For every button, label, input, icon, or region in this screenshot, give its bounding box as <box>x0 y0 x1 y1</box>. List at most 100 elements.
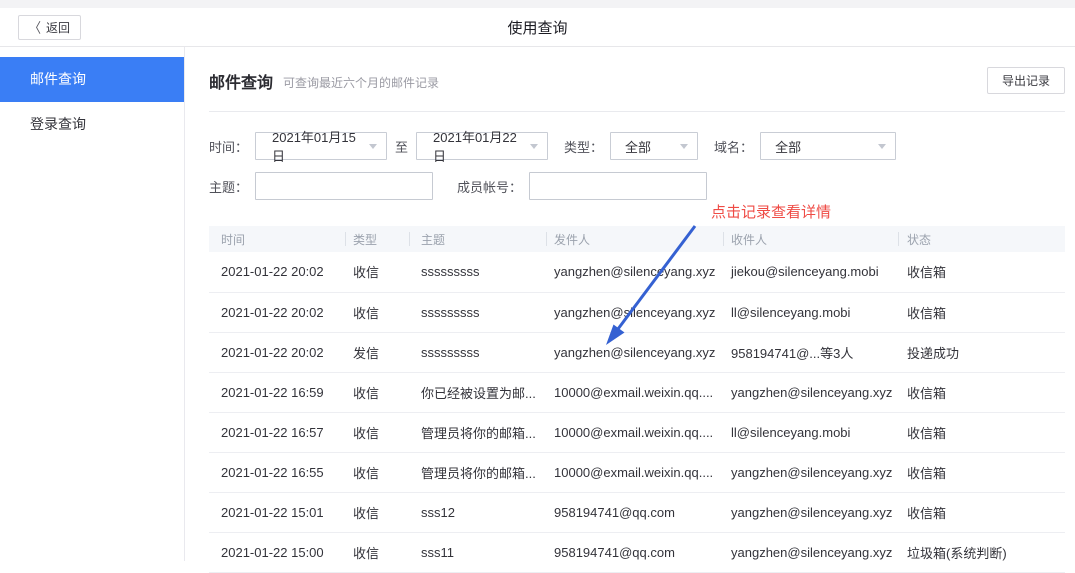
cell-sender: yangzhen@silenceyang.xyz <box>546 332 723 372</box>
back-chevron-icon: 〈 <box>29 17 41 37</box>
sidebar-item-mail-query[interactable]: 邮件查询 <box>0 57 184 102</box>
filter-row-1: 时间： 2021年01月15日 至 2021年01月22日 类型： 全部 域名：… <box>209 132 1065 160</box>
cell-sender: yangzhen@silenceyang.xyz <box>546 252 723 292</box>
cell-time: 2021-01-22 20:02 <box>209 252 345 292</box>
chevron-down-icon <box>530 144 538 149</box>
cell-status: 投递成功 <box>898 332 1065 372</box>
cell-subject: sssssssss <box>409 292 546 332</box>
cell-status: 收信箱 <box>898 492 1065 532</box>
col-header-subject: 主题 <box>409 226 546 252</box>
cell-type: 收信 <box>345 532 409 572</box>
cell-type: 收信 <box>345 252 409 292</box>
cell-status: 收信箱 <box>898 292 1065 332</box>
main-panel: 邮件查询 可查询最近六个月的邮件记录 导出记录 时间： 2021年01月15日 … <box>185 47 1075 561</box>
content-layout: 邮件查询 登录查询 邮件查询 可查询最近六个月的邮件记录 导出记录 时间： 20… <box>0 47 1075 561</box>
cell-subject: sssssssss <box>409 332 546 372</box>
table-row[interactable]: 2021-01-22 16:59收信你已经被设置为邮...10000@exmai… <box>209 372 1065 412</box>
cell-status: 收信箱 <box>898 252 1065 292</box>
cell-status: 收信箱 <box>898 372 1065 412</box>
cell-type: 收信 <box>345 452 409 492</box>
section-title: 邮件查询 <box>209 69 273 93</box>
date-from-select[interactable]: 2021年01月15日 <box>255 132 387 160</box>
domain-select-value: 全部 <box>775 137 801 156</box>
cell-sender: 10000@exmail.weixin.qq.... <box>546 452 723 492</box>
cell-time: 2021-01-22 20:02 <box>209 332 345 372</box>
table-row[interactable]: 2021-01-22 15:00收信sss11958194741@qq.comy… <box>209 532 1065 572</box>
back-button-label: 返回 <box>46 19 70 36</box>
page-top-strip <box>0 0 1075 8</box>
member-account-input[interactable] <box>529 172 707 200</box>
cell-recipient: ll@silenceyang.mobi <box>723 292 898 332</box>
main-header: 邮件查询 可查询最近六个月的邮件记录 导出记录 <box>209 67 1065 94</box>
table-row[interactable]: 2021-01-22 16:57收信管理员将你的邮箱...10000@exmai… <box>209 412 1065 452</box>
cell-time: 2021-01-22 16:57 <box>209 412 345 452</box>
annotation-click-record-hint: 点击记录查看详情 <box>711 201 831 222</box>
subject-input[interactable] <box>255 172 433 200</box>
cell-time: 2021-01-22 20:02 <box>209 292 345 332</box>
page-title: 使用查询 <box>0 17 1075 38</box>
export-records-button[interactable]: 导出记录 <box>987 67 1065 94</box>
cell-recipient: ll@silenceyang.mobi <box>723 412 898 452</box>
chevron-down-icon <box>680 144 688 149</box>
cell-time: 2021-01-22 15:01 <box>209 492 345 532</box>
chevron-down-icon <box>369 144 377 149</box>
cell-status: 收信箱 <box>898 452 1065 492</box>
cell-time: 2021-01-22 15:00 <box>209 532 345 572</box>
table-row[interactable]: 2021-01-22 20:02发信sssssssssyangzhen@sile… <box>209 332 1065 372</box>
cell-sender: 10000@exmail.weixin.qq.... <box>546 372 723 412</box>
cell-subject: sssssssss <box>409 252 546 292</box>
back-button[interactable]: 〈 返回 <box>18 15 81 40</box>
cell-sender: 958194741@qq.com <box>546 492 723 532</box>
cell-type: 收信 <box>345 372 409 412</box>
cell-recipient: yangzhen@silenceyang.xyz <box>723 532 898 572</box>
cell-recipient: yangzhen@silenceyang.xyz <box>723 372 898 412</box>
cell-recipient: jiekou@silenceyang.mobi <box>723 252 898 292</box>
table-header-row: 时间 类型 主题 发件人 收件人 状态 <box>209 226 1065 252</box>
cell-type: 收信 <box>345 292 409 332</box>
cell-type: 收信 <box>345 492 409 532</box>
col-header-recipient: 收件人 <box>723 226 898 252</box>
sidebar-item-login-query[interactable]: 登录查询 <box>0 102 184 147</box>
date-to-select[interactable]: 2021年01月22日 <box>416 132 548 160</box>
mail-records-table: 时间 类型 主题 发件人 收件人 状态 2021-01-22 20:02收信ss… <box>209 226 1065 573</box>
date-to-value: 2021年01月22日 <box>433 127 524 165</box>
subject-filter-label: 主题： <box>209 177 248 196</box>
cell-subject: sss12 <box>409 492 546 532</box>
cell-type: 发信 <box>345 332 409 372</box>
table-row[interactable]: 2021-01-22 15:01收信sss12958194741@qq.comy… <box>209 492 1065 532</box>
cell-subject: 管理员将你的邮箱... <box>409 452 546 492</box>
filter-row-2: 主题： 成员帐号： <box>209 172 1065 200</box>
type-select-value: 全部 <box>625 137 651 156</box>
topbar: 〈 返回 使用查询 <box>0 8 1075 47</box>
chevron-down-icon <box>878 144 886 149</box>
section-subtitle: 可查询最近六个月的邮件记录 <box>283 71 439 91</box>
cell-subject: 管理员将你的邮箱... <box>409 412 546 452</box>
date-range-to-label: 至 <box>395 137 408 156</box>
cell-sender: 958194741@qq.com <box>546 532 723 572</box>
domain-select[interactable]: 全部 <box>760 132 896 160</box>
col-header-sender: 发件人 <box>546 226 723 252</box>
table-row[interactable]: 2021-01-22 20:02收信sssssssssyangzhen@sile… <box>209 292 1065 332</box>
cell-subject: sss11 <box>409 532 546 572</box>
cell-subject: 你已经被设置为邮... <box>409 372 546 412</box>
cell-status: 收信箱 <box>898 412 1065 452</box>
time-filter-label: 时间： <box>209 137 248 156</box>
domain-filter-label: 域名： <box>714 137 753 156</box>
type-select[interactable]: 全部 <box>610 132 698 160</box>
cell-time: 2021-01-22 16:55 <box>209 452 345 492</box>
type-filter-label: 类型： <box>564 137 603 156</box>
table-row[interactable]: 2021-01-22 16:55收信管理员将你的邮箱...10000@exmai… <box>209 452 1065 492</box>
member-account-filter-label: 成员帐号： <box>457 177 522 196</box>
table-row[interactable]: 2021-01-22 20:02收信sssssssssyangzhen@sile… <box>209 252 1065 292</box>
cell-sender: yangzhen@silenceyang.xyz <box>546 292 723 332</box>
cell-recipient: yangzhen@silenceyang.xyz <box>723 452 898 492</box>
cell-recipient: 958194741@...等3人 <box>723 332 898 372</box>
header-divider <box>209 111 1065 112</box>
sidebar: 邮件查询 登录查询 <box>0 47 185 561</box>
cell-sender: 10000@exmail.weixin.qq.... <box>546 412 723 452</box>
col-header-time: 时间 <box>209 226 345 252</box>
cell-type: 收信 <box>345 412 409 452</box>
col-header-status: 状态 <box>898 226 1065 252</box>
cell-time: 2021-01-22 16:59 <box>209 372 345 412</box>
cell-recipient: yangzhen@silenceyang.xyz <box>723 492 898 532</box>
